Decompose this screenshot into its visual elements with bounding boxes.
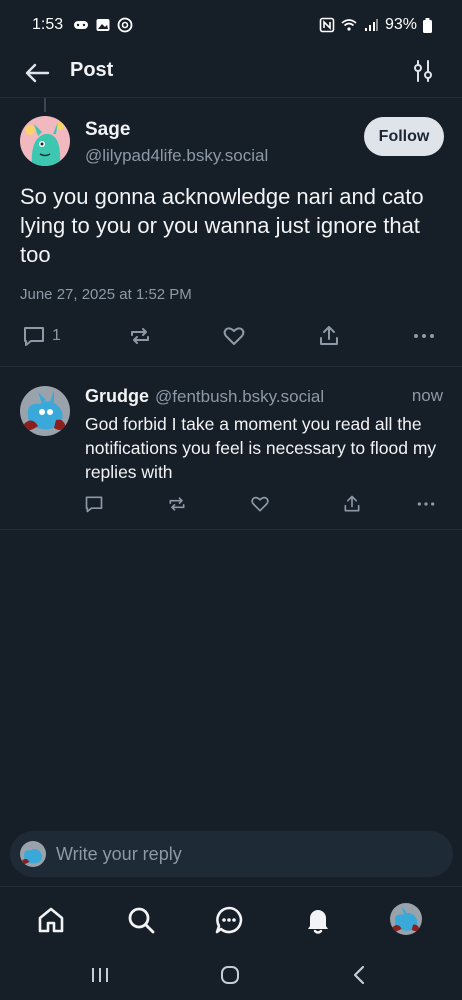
heart-icon bbox=[251, 496, 269, 512]
share-icon bbox=[344, 495, 360, 512]
divider bbox=[0, 529, 462, 530]
like-button[interactable] bbox=[250, 492, 270, 516]
sliders-icon bbox=[414, 60, 432, 82]
avatar[interactable] bbox=[20, 116, 70, 166]
bell-icon bbox=[308, 910, 328, 934]
gamepad-icon bbox=[74, 21, 89, 29]
reply-composer[interactable]: Write your reply bbox=[10, 831, 453, 877]
nav-search[interactable] bbox=[124, 903, 158, 937]
share-button[interactable] bbox=[317, 320, 341, 352]
repost-icon bbox=[169, 497, 185, 511]
repost-button[interactable] bbox=[167, 492, 187, 516]
nav-notifications[interactable] bbox=[301, 903, 335, 937]
divider bbox=[0, 366, 462, 367]
speech-bubble-icon bbox=[85, 496, 103, 513]
status-bar: 1:53 93% bbox=[0, 0, 462, 50]
page-title: Post bbox=[70, 59, 114, 81]
reply-author-name[interactable]: Grudge bbox=[85, 386, 149, 407]
recent-apps-button[interactable] bbox=[85, 962, 115, 988]
profile-avatar-image bbox=[390, 903, 422, 935]
post-timestamp: June 27, 2025 at 1:52 PM bbox=[20, 286, 192, 303]
avatar[interactable] bbox=[20, 386, 70, 436]
wifi-icon bbox=[341, 19, 357, 31]
ellipsis-icon bbox=[414, 334, 434, 338]
reply-timestamp: now bbox=[411, 386, 443, 405]
nav-home[interactable] bbox=[34, 903, 68, 937]
like-button[interactable] bbox=[222, 320, 246, 352]
speech-bubble-icon bbox=[24, 327, 44, 346]
thread-line bbox=[44, 98, 46, 112]
chat-icon bbox=[215, 906, 243, 934]
repost-icon bbox=[131, 328, 149, 344]
signal-icon bbox=[364, 19, 378, 31]
home-circle-icon bbox=[221, 966, 239, 984]
author-avatar-image bbox=[20, 116, 70, 166]
back-system-button[interactable] bbox=[344, 962, 374, 988]
post-header: Post bbox=[0, 50, 462, 98]
reply-meta: Grudge @fentbush.bsky.social now bbox=[85, 386, 445, 407]
reply-text: God forbid I take a moment you read all … bbox=[85, 414, 437, 482]
thread-options-button[interactable] bbox=[410, 56, 436, 86]
author-name[interactable]: Sage bbox=[85, 119, 130, 141]
gallery-icon bbox=[96, 19, 110, 31]
ellipsis-icon bbox=[417, 502, 435, 506]
battery-icon bbox=[423, 17, 432, 33]
bottom-nav bbox=[0, 886, 462, 952]
home-system-button[interactable] bbox=[215, 962, 245, 988]
heart-icon bbox=[223, 327, 245, 345]
my-avatar-image bbox=[20, 841, 46, 867]
reply-button[interactable] bbox=[84, 492, 104, 516]
share-icon bbox=[320, 326, 338, 345]
status-left: 1:53 bbox=[32, 16, 133, 34]
system-nav-bar bbox=[0, 952, 462, 1000]
nfc-icon bbox=[319, 17, 335, 33]
reply-button[interactable]: 1 bbox=[22, 320, 61, 352]
recent-apps-icon bbox=[92, 968, 108, 982]
threads-icon bbox=[117, 17, 133, 33]
reply-author-avatar-image bbox=[20, 386, 70, 436]
avatar bbox=[20, 841, 46, 867]
nav-chat[interactable] bbox=[212, 903, 246, 937]
more-options-button[interactable] bbox=[412, 320, 436, 352]
arrow-left-icon bbox=[25, 63, 50, 83]
battery-level: 93% bbox=[384, 16, 417, 33]
home-icon bbox=[38, 907, 64, 933]
follow-button[interactable]: Follow bbox=[364, 117, 444, 156]
post-actions: 1 bbox=[0, 320, 462, 354]
more-options-button[interactable] bbox=[416, 492, 436, 516]
reply-count: 1 bbox=[52, 327, 61, 344]
reply-actions bbox=[0, 492, 462, 516]
reply-input[interactable]: Write your reply bbox=[56, 844, 182, 865]
reply-author-handle[interactable]: @fentbush.bsky.social bbox=[155, 387, 324, 407]
nav-profile[interactable] bbox=[390, 903, 422, 935]
chevron-left-icon bbox=[353, 965, 365, 985]
repost-button[interactable] bbox=[128, 320, 152, 352]
status-right: 93% bbox=[319, 16, 432, 34]
search-icon bbox=[128, 907, 155, 934]
post-text: So you gonna acknowledge nari and cato l… bbox=[20, 184, 424, 267]
author-handle[interactable]: @lilypad4life.bsky.social bbox=[85, 146, 268, 166]
status-time: 1:53 bbox=[32, 16, 64, 33]
share-button[interactable] bbox=[342, 492, 362, 516]
back-button[interactable] bbox=[22, 58, 52, 88]
